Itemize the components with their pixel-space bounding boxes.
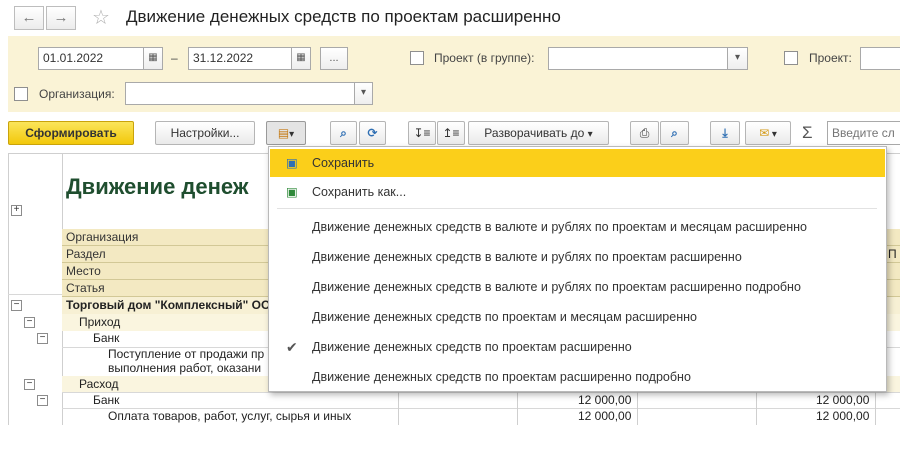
collapse-bank-toggle[interactable]: − bbox=[37, 333, 48, 344]
project-label: Проект: bbox=[809, 51, 852, 65]
dropdown-arrow-icon: ▾ bbox=[769, 129, 777, 140]
report-variants-menu: ▣ Сохранить ▣ Сохранить как... Движение … bbox=[268, 146, 887, 392]
print-preview-button[interactable]: ⌕ bbox=[660, 121, 689, 145]
search-icon: ⌕ bbox=[340, 126, 347, 140]
report-title: Движение денеж bbox=[66, 174, 249, 199]
menu-item-variant-1[interactable]: Движение денежных средств в валюте и руб… bbox=[270, 213, 885, 241]
search-input[interactable] bbox=[827, 121, 900, 145]
menu-item-label: Сохранить как... bbox=[312, 185, 407, 199]
calendar-icon: ▦ bbox=[296, 52, 306, 63]
download-icon: ⤓ bbox=[722, 126, 728, 140]
project-group-checkbox[interactable] bbox=[410, 51, 424, 65]
amount-cell: 12 000,00 bbox=[816, 409, 870, 423]
row-income: Приход bbox=[79, 315, 121, 329]
row-bank-expense: Банк bbox=[93, 393, 120, 407]
date-from-calendar-button[interactable]: ▦ bbox=[143, 47, 163, 70]
menu-separator bbox=[277, 208, 877, 209]
row-bank-income: Банк bbox=[93, 331, 120, 345]
collapse-levels-icon: ↥≡ bbox=[442, 126, 460, 140]
menu-item-variant-5-checked[interactable]: ✔ Движение денежных средств по проектам … bbox=[270, 333, 885, 361]
back-button[interactable]: ← bbox=[14, 6, 44, 30]
menu-item-variant-4[interactable]: Движение денежных средств по проектам и … bbox=[270, 303, 885, 331]
collapse-income-toggle[interactable]: − bbox=[24, 317, 35, 328]
settings-button[interactable]: Настройки... bbox=[155, 121, 255, 145]
search-next-icon: ⟳ bbox=[367, 126, 378, 140]
menu-item-save-as[interactable]: ▣ Сохранить как... bbox=[270, 178, 885, 206]
organization-dropdown-button[interactable]: ▾ bbox=[354, 82, 373, 105]
report-variant-icon: ▤ bbox=[277, 126, 290, 140]
save-icon: ▣ bbox=[286, 156, 298, 170]
menu-item-variant-6[interactable]: Движение денежных средств по проектам ра… bbox=[270, 363, 885, 391]
checkmark-icon: ✔ bbox=[286, 339, 298, 355]
expand-to-label: Разворачивать до bbox=[484, 126, 585, 140]
project-input[interactable] bbox=[860, 47, 900, 70]
filter-panel: 01.01.2022 ▦ – 31.12.2022 ▦ ... Проект (… bbox=[8, 36, 900, 112]
organization-input[interactable] bbox=[125, 82, 355, 105]
dropdown-arrow-icon: ▾ bbox=[360, 87, 367, 98]
row-item-income-line2: выполнения работ, оказани bbox=[108, 361, 262, 375]
project-checkbox[interactable] bbox=[784, 51, 798, 65]
preview-icon: ⌕ bbox=[671, 126, 678, 140]
amount-cell: 12 000,00 bbox=[816, 393, 870, 407]
project-group-input[interactable] bbox=[548, 47, 728, 70]
row-organization: Торговый дом "Комплексный" ООО bbox=[66, 298, 280, 312]
arrow-right-icon: → bbox=[53, 9, 69, 26]
header-column-p: П bbox=[888, 247, 897, 261]
dropdown-arrow-icon: ▾ bbox=[289, 129, 295, 140]
date-to-input[interactable]: 31.12.2022 bbox=[188, 47, 292, 70]
menu-item-save[interactable]: ▣ Сохранить bbox=[270, 149, 885, 177]
variants-menu-button[interactable]: ▤▾ bbox=[266, 121, 306, 145]
sum-icon[interactable]: Σ bbox=[802, 123, 813, 143]
amount-cell: 12 000,00 bbox=[578, 393, 632, 407]
menu-item-variant-2[interactable]: Движение денежных средств в валюте и руб… bbox=[270, 243, 885, 271]
project-group-label: Проект (в группе): bbox=[434, 51, 535, 65]
dropdown-arrow-icon: ▾ bbox=[587, 129, 593, 140]
find-button[interactable]: ⌕ bbox=[330, 121, 357, 145]
organization-checkbox[interactable] bbox=[14, 87, 28, 101]
envelope-icon: ✉ bbox=[759, 126, 770, 140]
date-to-calendar-button[interactable]: ▦ bbox=[291, 47, 311, 70]
print-button[interactable]: ⎙ bbox=[630, 121, 659, 145]
expand-levels-icon: ↧≡ bbox=[413, 126, 431, 140]
page-title: Движение денежных средств по проектам ра… bbox=[126, 7, 561, 26]
organization-label: Организация: bbox=[39, 87, 115, 101]
collapse-expense-toggle[interactable]: − bbox=[24, 379, 35, 390]
menu-item-variant-3[interactable]: Движение денежных средств в валюте и руб… bbox=[270, 273, 885, 301]
expand-all-toggle[interactable]: + bbox=[11, 205, 22, 216]
save-file-button[interactable]: ⤓ bbox=[710, 121, 740, 145]
expand-all-button[interactable]: ↧≡ bbox=[408, 121, 436, 145]
find-next-button[interactable]: ⟳ bbox=[359, 121, 386, 145]
collapse-bank-toggle[interactable]: − bbox=[37, 395, 48, 406]
amount-cell: 12 000,00 bbox=[578, 409, 632, 423]
arrow-left-icon: ← bbox=[21, 9, 37, 26]
forward-button[interactable]: → bbox=[46, 6, 76, 30]
star-icon[interactable]: ☆ bbox=[92, 5, 110, 30]
printer-icon: ⎙ bbox=[639, 126, 650, 140]
calendar-icon: ▦ bbox=[148, 52, 158, 63]
menu-item-label: Движение денежных средств по проектам ра… bbox=[312, 340, 632, 354]
date-dash: – bbox=[171, 51, 178, 65]
row-expense: Расход bbox=[79, 377, 119, 391]
project-group-dropdown-button[interactable]: ▾ bbox=[727, 47, 748, 70]
save-as-icon: ▣ bbox=[286, 185, 298, 199]
expand-to-button[interactable]: Разворачивать до ▾ bbox=[468, 121, 609, 145]
collapse-all-button[interactable]: ↥≡ bbox=[437, 121, 465, 145]
menu-item-label: Сохранить bbox=[312, 156, 375, 170]
collapse-org-toggle[interactable]: − bbox=[11, 300, 22, 311]
generate-button[interactable]: Сформировать bbox=[8, 121, 134, 145]
send-email-button[interactable]: ✉ ▾ bbox=[745, 121, 791, 145]
dropdown-arrow-icon: ▾ bbox=[734, 52, 741, 63]
date-from-input[interactable]: 01.01.2022 bbox=[38, 47, 144, 70]
row-item-expense: Оплата товаров, работ, услуг, сырья и ин… bbox=[108, 409, 352, 423]
row-item-income-line1: Поступление от продажи пр bbox=[108, 347, 265, 361]
period-select-button[interactable]: ... bbox=[320, 47, 348, 70]
